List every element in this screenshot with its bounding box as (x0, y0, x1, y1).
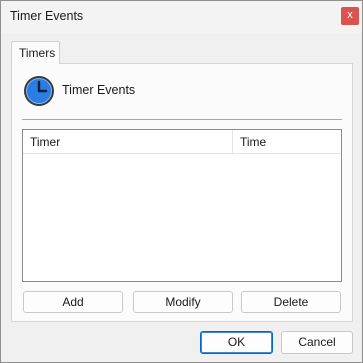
close-icon: x (347, 9, 353, 21)
tab-timers[interactable]: Timers (11, 41, 60, 64)
column-header-timer[interactable]: Timer (23, 130, 233, 154)
add-button[interactable]: Add (23, 291, 123, 313)
timers-tab-panel: Timer Events Timer Time Add Modify Delet… (11, 63, 353, 322)
panel-title: Timer Events (62, 83, 136, 97)
cancel-button[interactable]: Cancel (281, 331, 353, 354)
list-header: Timer Time (23, 130, 341, 154)
window-title: Timer Events (10, 9, 84, 23)
delete-button[interactable]: Delete (241, 291, 341, 313)
divider (22, 119, 342, 120)
timer-events-dialog: Timer Events x Timers Timer Events Timer… (0, 0, 363, 363)
clock-icon (24, 76, 54, 106)
column-header-time[interactable]: Time (233, 130, 341, 154)
modify-button[interactable]: Modify (133, 291, 233, 313)
ok-button[interactable]: OK (200, 331, 273, 354)
tab-timers-label: Timers (19, 46, 56, 60)
close-button[interactable]: x (341, 7, 359, 25)
timer-list[interactable]: Timer Time (22, 129, 342, 282)
title-bar[interactable]: Timer Events x (1, 1, 362, 33)
